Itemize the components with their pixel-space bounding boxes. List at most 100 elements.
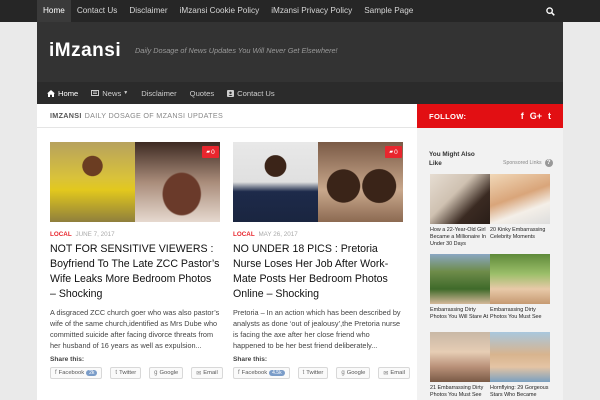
nav-item-label: Disclaimer — [141, 88, 177, 98]
share-google-label: Google — [159, 370, 179, 376]
sponsored-ad[interactable]: How a 22-Year-Old Girl Became a Milliona… — [430, 174, 490, 248]
post-meta: LOCAL MAY 26, 2017 — [233, 231, 403, 238]
sponsored-ad[interactable]: Hornflying: 29 Gorgeous Stars Who Became — [490, 332, 550, 399]
nav-item-label: Contact Us — [237, 88, 275, 98]
nav-item-disclaimer[interactable]: Disclaimer — [141, 89, 176, 98]
twitter-icon: t — [302, 370, 305, 376]
comment-bubble-icon: ▰ — [206, 149, 211, 155]
post-title[interactable]: NO UNDER 18 PICS : Pretoria Nurse Loses … — [233, 242, 403, 302]
twitter-icon: t — [115, 370, 118, 376]
search-icon — [545, 6, 555, 16]
follow-label: FOLLOW: — [429, 111, 467, 121]
post-excerpt: Pretoria – In an action which has been d… — [233, 308, 401, 350]
sponsored-ad[interactable]: 20 Kinky Embarrassing Celebrity Moments — [490, 174, 550, 241]
nav-item-label: Home — [58, 88, 79, 98]
post-meta: LOCAL JUNE 7, 2017 — [50, 231, 220, 238]
share-twitter-label: Twitter — [306, 370, 324, 376]
facebook-icon[interactable]: f — [521, 111, 524, 121]
post-category[interactable]: LOCAL — [233, 231, 255, 238]
share-google-label: Google — [346, 370, 366, 376]
ad-caption: How a 22-Year-Old Girl Became a Milliona… — [430, 227, 487, 247]
nav-item-label: News — [102, 88, 122, 98]
comment-count: 0 — [211, 148, 215, 156]
email-icon: ✉ — [196, 370, 202, 377]
top-nav-privacy-policy[interactable]: iMzansi Privacy Policy — [265, 0, 358, 22]
top-nav-cookie-policy[interactable]: iMzansi Cookie Policy — [174, 0, 266, 22]
post-thumbnail[interactable]: ▰ 0 — [233, 142, 403, 222]
newspaper-icon — [91, 90, 100, 96]
nav-item-news[interactable]: News ▼ — [91, 89, 128, 98]
facebook-icon: f — [238, 370, 240, 376]
sponsored-ad[interactable]: 21 Embarrassing Dirty Photos You Must Se… — [430, 332, 490, 399]
ad-image — [490, 254, 550, 304]
top-nav-disclaimer[interactable]: Disclaimer — [123, 0, 173, 22]
main-content: iMzansi Daily Dosage of Mzansi Updates ▰… — [37, 104, 417, 400]
breadcrumb-site[interactable]: iMzansi — [50, 111, 82, 120]
email-icon: ✉ — [383, 370, 389, 377]
google-plus-icon[interactable]: G+ — [530, 111, 542, 121]
site-title[interactable]: iMzansi — [49, 40, 121, 62]
top-nav-home[interactable]: Home — [37, 0, 71, 22]
google-plus-icon: g — [341, 370, 345, 376]
share-twitter-label: Twitter — [119, 370, 137, 376]
share-facebook-button[interactable]: f Facebook 2k — [50, 367, 103, 379]
breadcrumb: iMzansi Daily Dosage of Mzansi Updates — [37, 104, 417, 128]
share-facebook-button[interactable]: f Facebook 4.5k — [233, 367, 290, 379]
twitter-icon[interactable]: t — [548, 111, 551, 121]
ad-caption: Embarrassing Dirty Photos You Must See — [490, 307, 542, 320]
site-header: iMzansi Daily Dosage of News Updates You… — [37, 22, 563, 82]
ad-image — [430, 254, 490, 304]
follow-bar: FOLLOW: f G+ t — [417, 104, 563, 128]
ad-caption: 21 Embarrassing Dirty Photos You Must Se… — [430, 385, 484, 398]
share-twitter-button[interactable]: t Twitter — [297, 367, 329, 379]
ad-image — [430, 332, 490, 382]
chevron-down-icon: ▼ — [123, 90, 129, 96]
sponsored-ad[interactable]: Embarrassing Dirty Photos You Will Stare… — [430, 254, 490, 321]
sponsored-label: Sponsored Links — [503, 160, 542, 166]
share-label: Share this: — [233, 356, 268, 363]
search-button[interactable] — [537, 0, 563, 22]
facebook-icon: f — [55, 370, 57, 376]
share-label: Share this: — [50, 356, 85, 363]
ad-image — [490, 174, 550, 224]
post-date: JUNE 7, 2017 — [75, 231, 115, 238]
home-icon — [47, 89, 55, 97]
share-twitter-button[interactable]: t Twitter — [110, 367, 142, 379]
share-facebook-count: 2k — [86, 370, 98, 376]
comment-count-badge[interactable]: ▰ 0 — [385, 146, 402, 158]
share-google-button[interactable]: g Google — [149, 367, 184, 379]
nav-item-contact-us[interactable]: Contact Us — [227, 89, 275, 98]
google-plus-icon: g — [154, 370, 158, 376]
top-nav-sample-page[interactable]: Sample Page — [358, 0, 419, 22]
sponsored-ad[interactable]: Embarrassing Dirty Photos You Must See — [490, 254, 550, 321]
top-nav-links: Home Contact Us Disclaimer iMzansi Cooki… — [37, 0, 419, 22]
help-icon[interactable]: ? — [544, 159, 553, 167]
top-navigation-bar: Home Contact Us Disclaimer iMzansi Cooki… — [0, 0, 600, 22]
post-category[interactable]: LOCAL — [50, 231, 72, 238]
breadcrumb-subtitle: Daily Dosage of Mzansi Updates — [84, 111, 224, 120]
comment-count-badge[interactable]: ▰ 0 — [202, 146, 219, 158]
nav-item-home[interactable]: Home — [47, 89, 78, 98]
share-google-button[interactable]: g Google — [336, 367, 371, 379]
ad-image — [490, 332, 550, 382]
ad-caption: Embarrassing Dirty Photos You Will Stare… — [430, 307, 489, 320]
post-date: MAY 26, 2017 — [258, 231, 298, 238]
you-might-also-like-heading: You Might Also Like — [429, 151, 475, 167]
share-email-label: Email — [390, 370, 405, 376]
share-email-button[interactable]: ✉ Email — [378, 367, 410, 379]
share-buttons: f Facebook 2k t Twitter g Google ✉ Email — [50, 367, 223, 379]
ad-caption: 20 Kinky Embarrassing Celebrity Moments — [490, 227, 546, 240]
share-email-button[interactable]: ✉ Email — [191, 367, 223, 379]
nav-item-label: Quotes — [189, 88, 215, 98]
contact-card-icon — [227, 89, 235, 97]
social-links: f G+ t — [515, 104, 551, 128]
post-title[interactable]: NOT FOR SENSITIVE VIEWERS : Boyfriend To… — [50, 242, 220, 302]
ad-caption: Hornflying: 29 Gorgeous Stars Who Became — [490, 385, 549, 398]
nav-item-quotes[interactable]: Quotes — [190, 89, 214, 98]
post-thumbnail[interactable]: ▰ 0 — [50, 142, 220, 222]
top-nav-contact-us[interactable]: Contact Us — [71, 0, 124, 22]
site-tagline: Daily Dosage of News Updates You Will Ne… — [135, 46, 338, 55]
ad-image — [430, 174, 490, 224]
sponsored-links[interactable]: Sponsored Links ? — [503, 159, 553, 167]
share-buttons: f Facebook 4.5k t Twitter g Google ✉ Email — [233, 367, 410, 379]
